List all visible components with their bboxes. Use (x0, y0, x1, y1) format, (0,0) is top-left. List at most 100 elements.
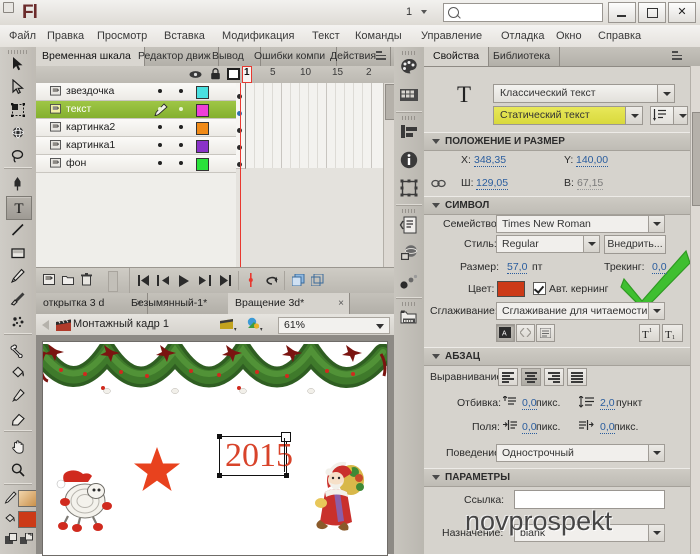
stroke-color-swatch[interactable] (18, 490, 38, 507)
movie-explorer-icon[interactable] (399, 308, 419, 328)
layer-visibility-toggle[interactable] (158, 143, 162, 147)
height-value[interactable]: 67,15 (577, 177, 604, 190)
properties-scrollbar[interactable] (690, 66, 700, 554)
menu-control[interactable]: Управление (416, 25, 487, 47)
text-orientation-button[interactable] (650, 106, 688, 125)
menu-file[interactable]: Файл (4, 25, 41, 47)
selectable-text-button[interactable]: A (496, 324, 515, 342)
align-center-button[interactable] (521, 368, 541, 386)
sheep-graphic[interactable] (52, 468, 118, 532)
align-left-button[interactable] (498, 368, 518, 386)
properties-panel-menu-icon[interactable] (672, 51, 686, 62)
rectangle-tool[interactable] (6, 242, 30, 264)
menu-help[interactable]: Справка (593, 25, 646, 47)
back-arrow-icon[interactable] (42, 320, 49, 330)
play-button[interactable] (178, 275, 190, 287)
menu-text[interactable]: Текст (307, 25, 345, 47)
go-to-last-frame-button[interactable] (219, 275, 231, 286)
menu-debug[interactable]: Отладка (496, 25, 549, 47)
menu-commands[interactable]: Команды (350, 25, 407, 47)
delete-layer-button[interactable] (81, 273, 92, 286)
x-value[interactable]: 348,35 (474, 154, 507, 167)
eraser-tool[interactable] (6, 408, 30, 430)
menu-window[interactable]: Окно (551, 25, 587, 47)
free-transform-tool[interactable] (6, 99, 30, 121)
code-snippets-icon[interactable] (399, 215, 419, 235)
color-palette-icon[interactable] (399, 57, 419, 77)
garland-graphic[interactable] (43, 344, 387, 406)
new-layer-button[interactable] (43, 274, 56, 286)
zoom-level-select[interactable]: 61% (278, 317, 390, 334)
link-lock-icon[interactable] (431, 179, 446, 188)
layer-outline-color[interactable] (196, 140, 209, 153)
loop-button[interactable] (263, 275, 278, 286)
deco-tool[interactable] (6, 311, 30, 333)
text-engine-select[interactable]: Классический текст (493, 84, 675, 103)
info-icon[interactable] (399, 150, 419, 170)
layer-row-kartinka1[interactable]: картинка1 (36, 137, 236, 155)
swatches-icon[interactable] (399, 85, 419, 105)
eyedropper-tool[interactable] (6, 385, 30, 407)
rail-grip-1[interactable] (402, 51, 416, 55)
motion-presets-icon[interactable] (399, 271, 419, 291)
hand-tool[interactable] (6, 436, 30, 458)
align-justify-button[interactable] (567, 368, 587, 386)
layer-outline-color[interactable] (196, 86, 209, 99)
section-position-size[interactable]: ПОЛОЖЕНИЕ И РАЗМЕР (424, 132, 700, 151)
link-button[interactable] (516, 324, 535, 342)
handle-bottom-left[interactable] (217, 473, 222, 478)
tab-timeline[interactable]: Временная шкала (36, 47, 145, 66)
layer-lock-toggle[interactable] (179, 107, 183, 111)
indent-value[interactable]: 0,0 (522, 397, 537, 410)
rail-grip-3[interactable] (402, 209, 416, 213)
minimize-button[interactable] (608, 2, 636, 23)
lasso-tool[interactable] (6, 145, 30, 167)
text-tool[interactable]: T (6, 196, 32, 220)
section-character[interactable]: СИМВОЛ (424, 196, 700, 215)
bone-tool[interactable] (6, 339, 30, 361)
layer-lock-toggle[interactable] (179, 89, 183, 93)
antialias-select[interactable]: Сглаживание для читаемости (496, 302, 665, 320)
layer-outline-color[interactable] (196, 122, 209, 135)
pen-tool[interactable] (6, 173, 30, 195)
menu-edit[interactable]: Правка (42, 25, 89, 47)
y-value[interactable]: 140,00 (576, 154, 609, 167)
rail-grip-2[interactable] (402, 116, 416, 120)
frame-counter-chevron-down-icon[interactable] (421, 10, 427, 14)
subselection-tool[interactable] (6, 76, 30, 98)
onion-skin-outlines-button[interactable] (311, 274, 324, 286)
render-as-html-button[interactable] (536, 324, 555, 342)
brush-tool[interactable] (6, 288, 30, 310)
year-text-object[interactable]: 2015 (225, 439, 293, 473)
menu-modify[interactable]: Модификация (217, 25, 300, 47)
text-type-select[interactable]: Статический текст (493, 106, 643, 125)
auto-kerning-checkbox[interactable] (533, 282, 546, 295)
section-options[interactable]: ПАРАМЕТРЫ (424, 468, 700, 487)
layer-row-fon[interactable]: фон (36, 155, 236, 173)
new-folder-button[interactable] (62, 274, 75, 286)
close-button[interactable]: ✕ (668, 2, 696, 23)
menu-insert[interactable]: Вставка (159, 25, 210, 47)
lock-icon[interactable] (210, 68, 221, 80)
timeline-panel-menu-icon[interactable] (376, 51, 390, 62)
step-forward-button[interactable] (198, 275, 211, 286)
star-graphic[interactable] (133, 446, 181, 494)
behavior-select[interactable]: Однострочный (496, 444, 665, 462)
layer-visibility-toggle[interactable] (158, 107, 162, 111)
text-color-swatch[interactable] (497, 281, 525, 297)
layer-visibility-toggle[interactable] (158, 125, 162, 129)
line-spacing-value[interactable]: 2,0 (600, 397, 615, 410)
layer-row-tekst[interactable]: текст (36, 101, 236, 119)
search-input[interactable] (443, 3, 603, 22)
app-system-menu[interactable] (3, 2, 14, 13)
width-value[interactable]: 129,05 (476, 177, 509, 190)
zoom-tool[interactable] (6, 459, 30, 481)
paint-bucket-tool[interactable] (6, 362, 30, 384)
align-icon[interactable] (399, 122, 419, 142)
font-style-select[interactable]: Regular (496, 235, 600, 253)
tab-properties[interactable]: Свойства (424, 47, 490, 66)
eye-icon[interactable] (189, 69, 202, 80)
onion-skin-button[interactable] (292, 274, 305, 286)
fill-color-swatch[interactable] (18, 511, 38, 528)
tracking-value[interactable]: 0,0 (652, 261, 667, 274)
